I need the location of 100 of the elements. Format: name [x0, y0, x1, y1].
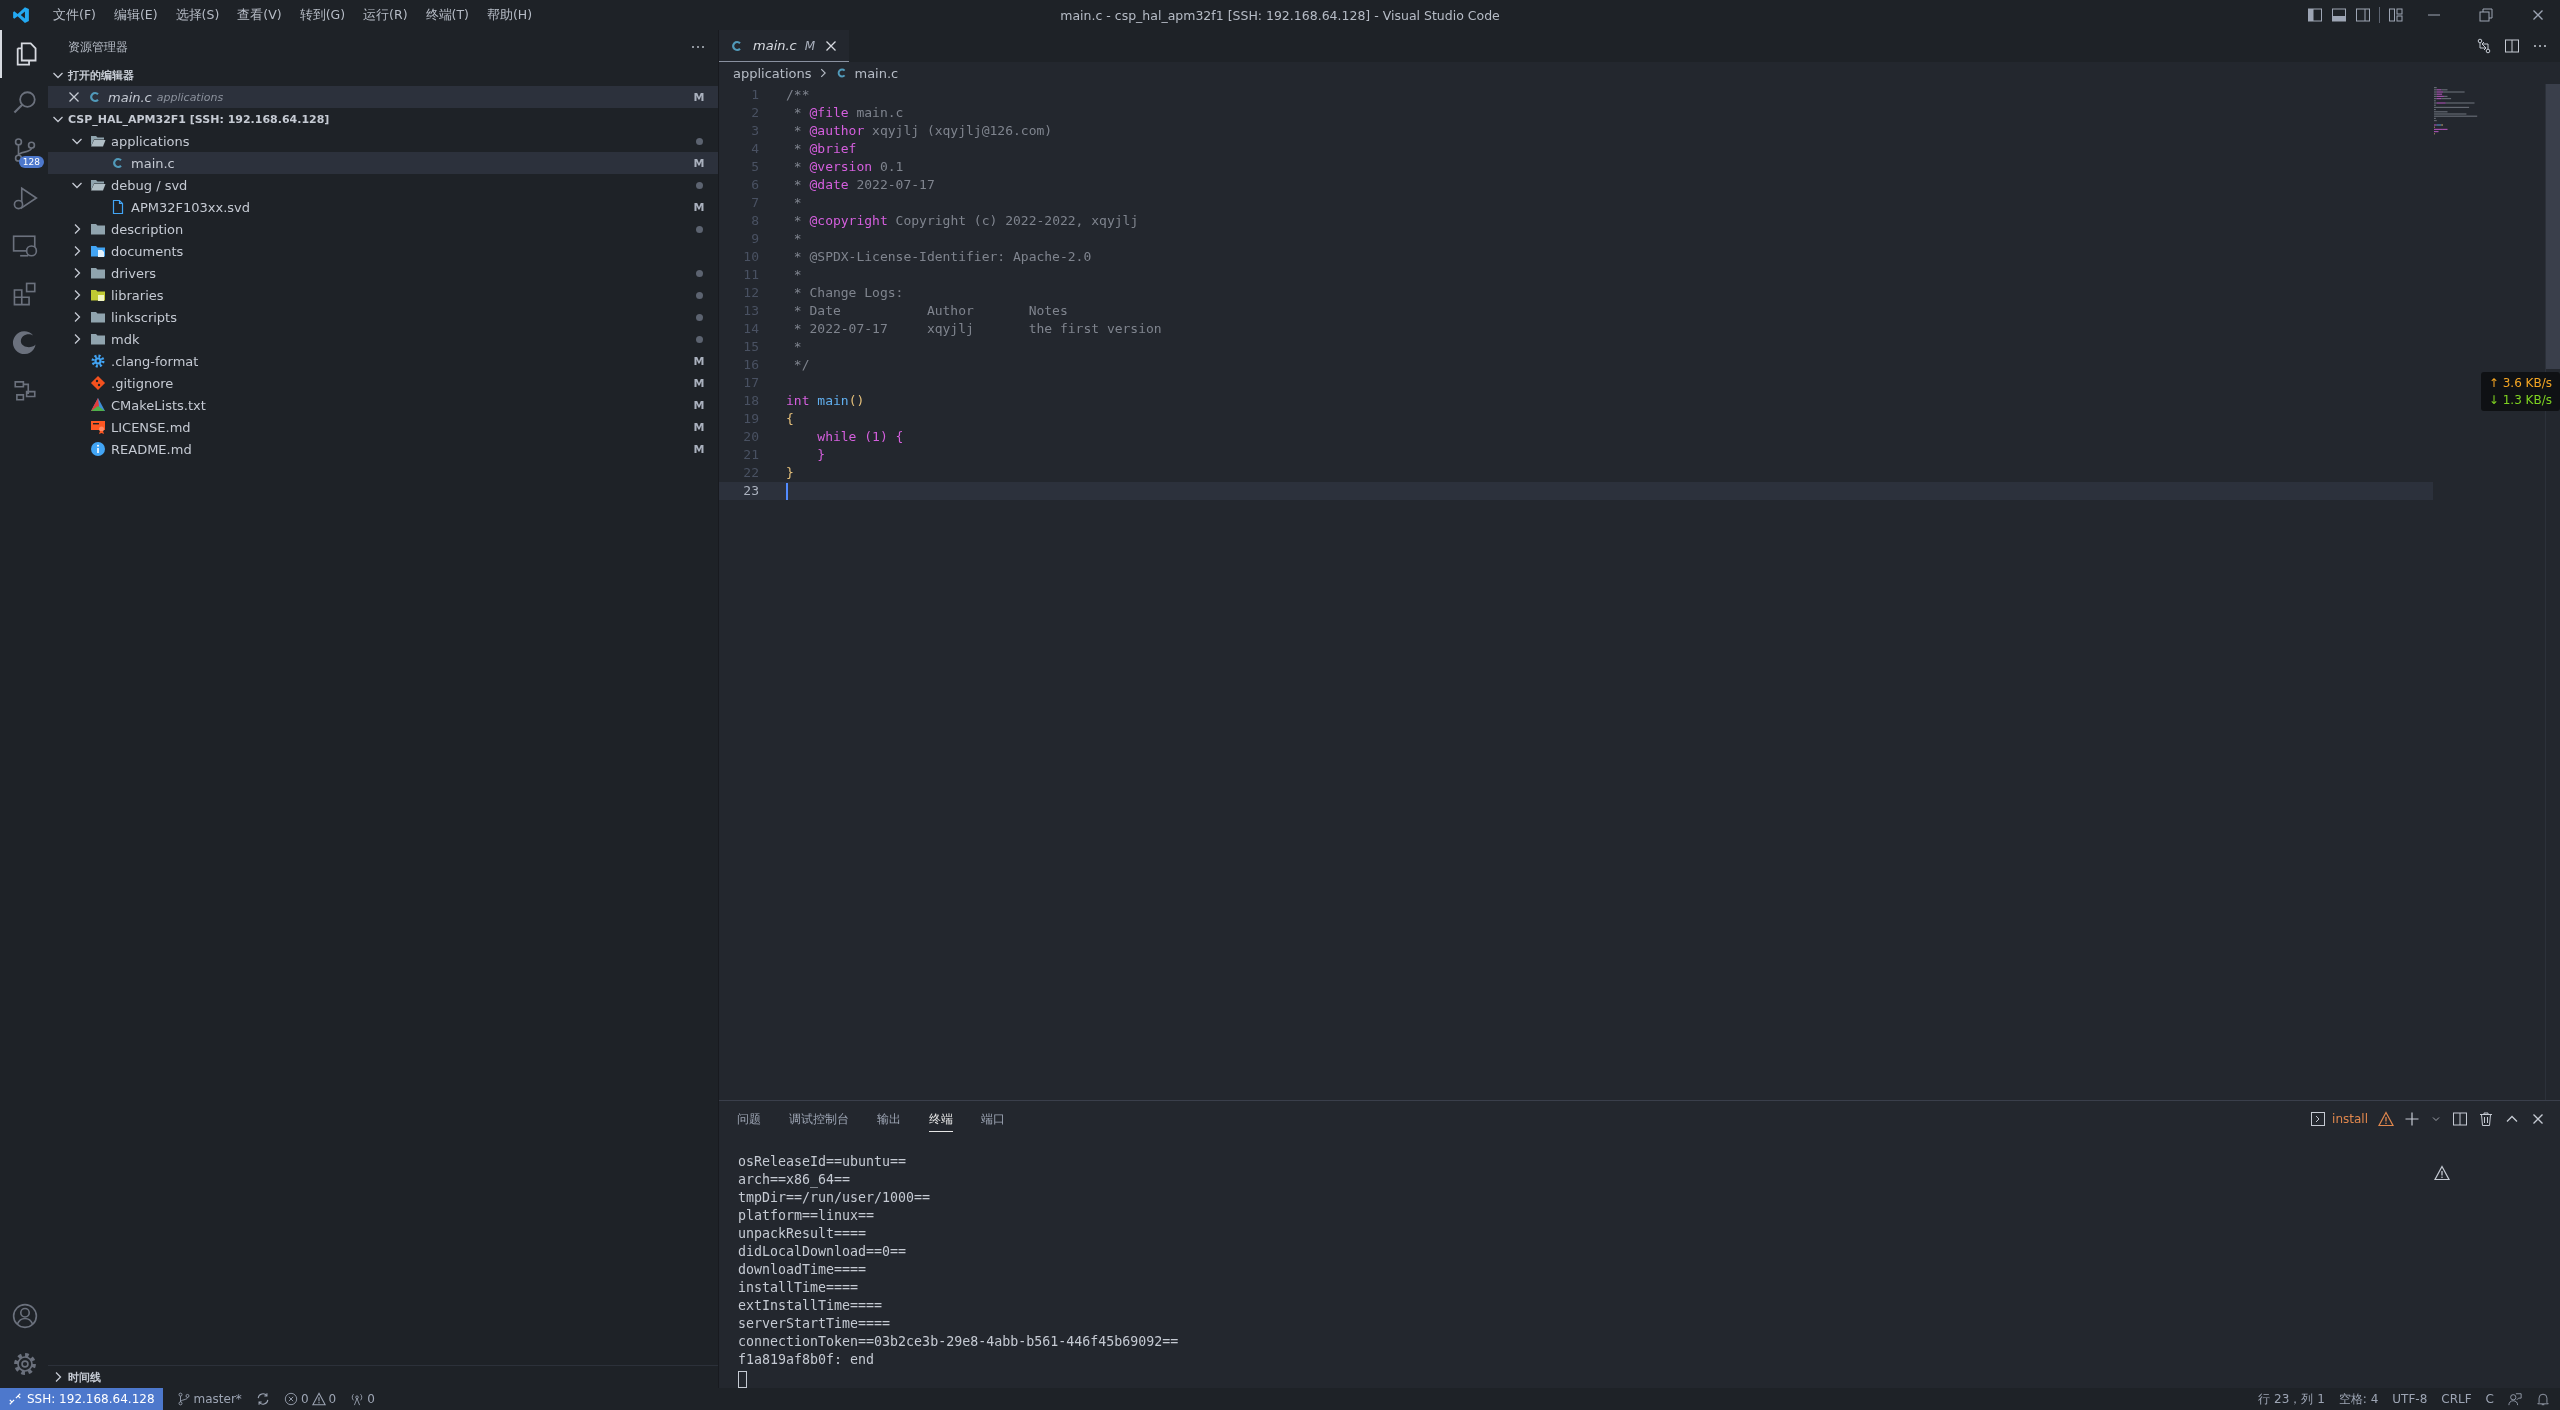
monitor-icon[interactable] [12, 233, 38, 259]
tree-item[interactable]: linkscripts [48, 306, 718, 328]
window-title: main.c - csp_hal_apm32f1 [SSH: 192.168.64.128] - Visual Studio Code [1060, 7, 1500, 23]
search-icon[interactable] [12, 89, 38, 115]
menu-item[interactable]: 终端(T) [416, 6, 478, 24]
tree-item[interactable]: debug / svd [48, 174, 718, 196]
compare-icon[interactable] [2476, 38, 2492, 54]
account-icon[interactable] [12, 1303, 38, 1329]
download-speed: ↓ 1.3 KB/s [2488, 393, 2552, 407]
code-line: * [792, 230, 802, 248]
file-name: libraries [111, 287, 164, 303]
tree-item[interactable]: libraries [48, 284, 718, 306]
folder-icon [90, 265, 106, 281]
terminal-line: didLocalDownload==0== [738, 1243, 908, 1261]
problems-status[interactable]: 0 0 [283, 1392, 337, 1406]
folder-hint: applications [156, 90, 224, 104]
panel-tab[interactable]: 端口 [981, 1105, 1005, 1132]
broadcast-icon [350, 1392, 365, 1406]
panel-tab[interactable]: 输出 [877, 1105, 901, 1132]
extensions-icon[interactable] [12, 281, 38, 307]
tree-item[interactable]: applications [48, 130, 718, 152]
bell-icon[interactable] [2536, 1392, 2550, 1406]
open-editor-item[interactable]: main.c applications M [48, 86, 718, 108]
ports-status[interactable]: 0 [350, 1392, 375, 1406]
menu-item[interactable]: 编辑(E) [104, 6, 167, 24]
feedback-icon[interactable] [2508, 1392, 2522, 1406]
code-line: * [792, 338, 802, 356]
panel-toggle-icon[interactable] [2331, 7, 2347, 23]
source-control-icon[interactable] [12, 137, 38, 163]
tree-item[interactable]: documents [48, 240, 718, 262]
plus-icon[interactable] [2404, 1110, 2420, 1127]
folder-icon [90, 221, 106, 237]
git-status: M [692, 420, 706, 434]
code-line: * @SPDX-License-Identifier: Apache-2.0 [792, 248, 1092, 266]
settings-icon[interactable] [12, 1351, 38, 1377]
panel-tab[interactable]: 终端 [929, 1105, 953, 1132]
section-header[interactable]: 打开的编辑器 [48, 64, 718, 86]
tree-item[interactable]: main.c M [48, 152, 718, 174]
code-line: * @author xqyjlj (xqyjlj@126.com) [792, 122, 1053, 140]
tree-item[interactable]: .clang-format M [48, 350, 718, 372]
tree-item[interactable]: APM32F103xx.svd M [48, 196, 718, 218]
section-title: 打开的编辑器 [68, 67, 134, 83]
terminal-icon[interactable] [2310, 1110, 2327, 1127]
license-icon [90, 419, 106, 435]
tree-item[interactable]: CMakeLists.txt M [48, 394, 718, 416]
run-debug-icon[interactable] [12, 185, 38, 211]
menu-item[interactable]: 帮助(H) [477, 6, 542, 24]
restore-icon[interactable] [2478, 7, 2494, 23]
menu-item[interactable]: 运行(R) [354, 6, 417, 24]
secondary-sidebar-icon[interactable] [2355, 7, 2371, 23]
status-item[interactable]: 空格: 4 [2338, 1390, 2379, 1408]
panel-tab[interactable]: 调试控制台 [789, 1105, 849, 1132]
gear-icon [90, 353, 106, 369]
terminal-name[interactable]: install [2332, 1111, 2368, 1126]
text-cursor [786, 482, 788, 500]
branch-status[interactable]: master* [176, 1392, 242, 1406]
sidebar-toggle-icon[interactable] [2307, 7, 2323, 23]
terminal-line: serverStartTime==== [738, 1315, 892, 1333]
scrollbar-thumb[interactable] [2546, 84, 2560, 369]
tree-item[interactable]: description [48, 218, 718, 240]
menu-item[interactable]: 选择(S) [166, 6, 229, 24]
panel-tab[interactable]: 问题 [737, 1105, 761, 1132]
folder-icon [90, 309, 106, 325]
tree-item[interactable]: mdk [48, 328, 718, 350]
layout-icon[interactable] [2388, 7, 2404, 23]
status-item[interactable]: C [2485, 1392, 2494, 1406]
file-name: LICENSE.md [111, 419, 191, 435]
split-editor-icon[interactable] [2504, 38, 2520, 54]
upload-speed: ↑ 3.6 KB/s [2488, 376, 2552, 390]
status-item[interactable]: UTF-8 [2392, 1392, 2428, 1406]
sync-icon[interactable] [255, 1392, 270, 1406]
tree-item[interactable]: .gitignore M [48, 372, 718, 394]
code-line: * 2022-07-17 xqyjlj the first version [792, 320, 1162, 338]
status-item[interactable]: 行 23，列 1 [2258, 1390, 2325, 1408]
code-line: int main() [786, 392, 865, 410]
tree-item[interactable]: README.md M [48, 438, 718, 460]
trash-icon[interactable] [2478, 1110, 2494, 1127]
menu-item[interactable]: 文件(F) [44, 6, 105, 24]
tree-item[interactable]: LICENSE.md M [48, 416, 718, 438]
git-status: M [692, 90, 706, 104]
editor-tab[interactable]: main.c M [719, 30, 850, 62]
breadcrumb-item[interactable]: applications [733, 65, 812, 81]
menu-item[interactable]: 转到(G) [290, 6, 355, 24]
warning-icon [311, 1392, 326, 1406]
split-terminal-icon[interactable] [2452, 1110, 2468, 1127]
code-line: * @brief [792, 140, 857, 158]
menu-item[interactable]: 查看(V) [228, 6, 291, 24]
terminal-line: tmpDir==/run/user/1000== [738, 1189, 932, 1207]
code-line: */ [792, 356, 810, 374]
section-header[interactable]: CSP_HAL_APM32F1 [SSH: 192.168.64.128] [48, 108, 718, 130]
git-status: M [692, 354, 706, 368]
terminal-cursor [738, 1371, 747, 1388]
code-line: } [816, 446, 826, 464]
folder-icon [90, 287, 106, 303]
swirl-icon[interactable] [12, 329, 38, 355]
remote-indicator[interactable]: SSH: 192.168.64.128 [0, 1388, 163, 1410]
tree-item[interactable]: drivers [48, 262, 718, 284]
terminal-line: arch==x86_64== [738, 1171, 852, 1189]
status-item[interactable]: CRLF [2441, 1392, 2472, 1406]
breadcrumb-item[interactable]: main.c [854, 65, 899, 81]
